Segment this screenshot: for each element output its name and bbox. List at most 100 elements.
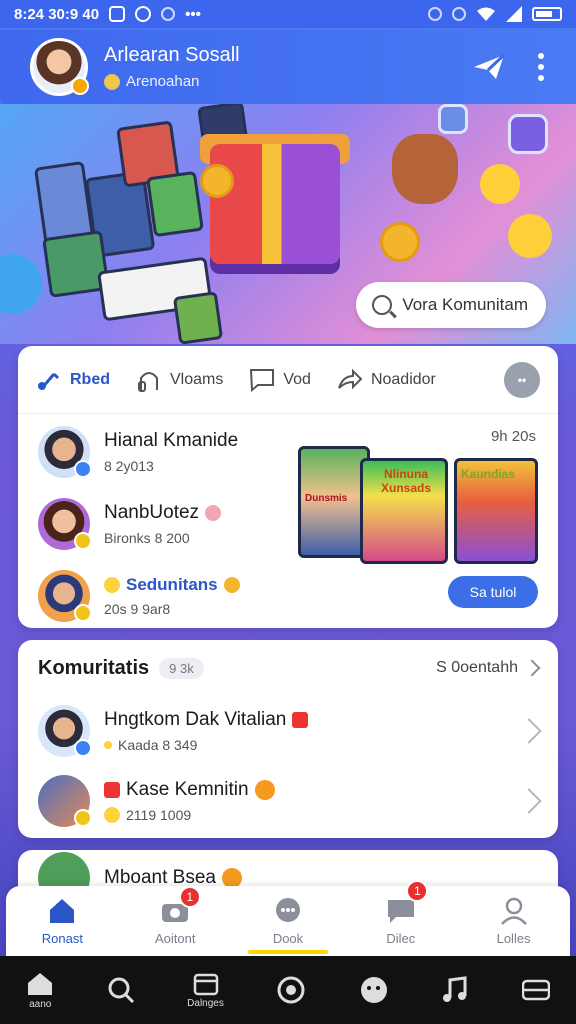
nav-label: Aoitont [154, 930, 196, 946]
hero-banner[interactable]: Vora Komunitam [0, 104, 576, 344]
feed-item-name: Sedunitans [104, 575, 240, 595]
coin-icon [380, 222, 420, 262]
avatar [38, 498, 92, 550]
community-title: Komuritatis [38, 656, 150, 679]
bear-mascot-illustration [392, 134, 458, 204]
smile-icon [104, 577, 120, 593]
menu-icon [521, 979, 550, 1001]
gift-box-illustration [210, 144, 340, 264]
tab-vod[interactable]: Vod [249, 368, 311, 392]
pink-badge-icon [205, 505, 222, 521]
thumbnail-caption: Kaundias [461, 467, 516, 481]
avatar [38, 570, 92, 622]
nav-home[interactable]: Ronast [6, 886, 119, 956]
calendar-icon [193, 973, 218, 995]
home-icon [50, 898, 75, 923]
tab-videos[interactable]: Vloams [136, 368, 223, 392]
chevron-right-icon[interactable] [516, 718, 542, 744]
feed-item-meta: Bironks 8 200 [104, 530, 190, 546]
flag-icon [104, 782, 120, 798]
media-thumbnail[interactable]: Kaundias [454, 458, 538, 564]
feed-item[interactable]: NanbUotez Bironks 8 200 [38, 488, 288, 560]
chat-bubble-icon [250, 368, 275, 392]
globe-icon [0, 254, 42, 314]
nav-messages[interactable]: 1 Dilec [344, 880, 457, 956]
sys-music[interactable] [441, 976, 469, 1004]
wifi-icon [477, 7, 495, 21]
community-item-name-text: Kase Kemnitin [126, 779, 249, 800]
chat-icon [275, 897, 300, 922]
emoji-face-icon [480, 164, 520, 204]
community-item-meta-text: 2119 1009 [126, 807, 192, 823]
headphones-icon [138, 371, 158, 392]
battery-icon [532, 7, 562, 21]
system-nav-bar: aano Dalnges [0, 956, 576, 1024]
nav-label: Dilec [386, 930, 416, 946]
chat-app-icon [438, 104, 468, 134]
sys-calendar[interactable]: Dalnges [187, 972, 224, 1009]
community-chip-label: Vora Komunitam [402, 295, 528, 314]
send-icon [474, 53, 506, 79]
feed-timestamp: 9h 20s [490, 428, 536, 445]
community-item[interactable]: Hngtkom Dak Vitalian Kaada 8 349 [18, 696, 558, 766]
avatar [38, 775, 92, 827]
search-icon [108, 977, 134, 1004]
notification-app-icon [109, 6, 126, 22]
community-item-name: Hngtkom Dak Vitalian [104, 709, 520, 731]
community-item-meta-text: Kaada 8 349 [118, 737, 198, 753]
header-subtitle-text: Arenoahan [126, 73, 200, 90]
feed-item[interactable]: Hianal Kmanide 8 2y013 [38, 416, 288, 488]
status-bar: 8:24 30:9 40 ••• [0, 0, 576, 28]
banner-photo-tile [172, 291, 224, 344]
nav-chat[interactable]: Dook [232, 886, 345, 956]
emoji-face-icon [508, 214, 552, 258]
community-item-name-text: Hngtkom Dak Vitalian [104, 709, 287, 730]
see-all-button[interactable]: Sa tulol [448, 576, 538, 608]
sys-home[interactable]: aano [26, 971, 54, 1010]
nav-label: Lolles [496, 930, 531, 946]
messenger-app-icon [135, 6, 152, 22]
feed-item[interactable]: Sedunitans 20s 9 9ar8 [38, 560, 288, 632]
community-search-chip[interactable]: Vora Komunitam [356, 282, 546, 328]
sys-search[interactable] [107, 976, 135, 1004]
emoji-face-icon [221, 868, 242, 888]
community-see-more-link[interactable]: S 0oentahh [436, 659, 541, 677]
nav-profile[interactable]: Lolles [457, 886, 570, 956]
sticker-icon [360, 977, 387, 1003]
home-icon [28, 972, 53, 995]
nav-label: Dook [272, 930, 304, 946]
community-item-meta: 2119 1009 [104, 807, 520, 823]
avatar [38, 705, 92, 757]
tab-share[interactable]: Noadidor [337, 368, 436, 392]
header-subtitle: Arenoahan [104, 73, 240, 90]
profile-icon [500, 897, 527, 925]
star-badge-icon [74, 604, 92, 622]
notification-badge: 1 [406, 880, 429, 902]
feed-item-meta: 20s 9 9ar8 [104, 601, 171, 617]
chevron-right-icon[interactable] [516, 788, 542, 814]
sys-sticker[interactable] [359, 975, 389, 1005]
sys-menu[interactable] [521, 978, 550, 1002]
sys-record[interactable] [276, 975, 306, 1005]
community-count-badge: 9 3k [159, 657, 204, 679]
tab-label: Vloams [170, 370, 224, 388]
chevron-right-icon [523, 659, 541, 677]
send-button[interactable] [472, 53, 506, 81]
media-thumbnail[interactable]: Nlinuna Xunsads [360, 458, 448, 564]
tab-label: Noadidor [370, 370, 436, 388]
nav-camera[interactable]: 1 Aoitont [119, 886, 232, 956]
music-note-icon [38, 372, 60, 390]
search-icon [372, 295, 393, 315]
feed-card: Rbed Vloams Vod Noadidor •• 9h 20s Hiana… [18, 346, 558, 628]
notification-badge: 1 [178, 886, 201, 908]
tab-feed[interactable]: Rbed [36, 368, 110, 392]
signal-icon [506, 6, 522, 22]
more-options-button[interactable] [538, 53, 546, 81]
verified-badge-icon [71, 77, 89, 95]
feed-item-name-text: Sedunitans [126, 575, 218, 594]
profile-avatar[interactable] [30, 38, 89, 96]
verified-badge-icon [74, 460, 92, 478]
emoji-face-icon [254, 780, 275, 800]
tab-more-button[interactable]: •• [504, 361, 540, 398]
community-item[interactable]: Kase Kemnitin 2119 1009 [18, 766, 558, 836]
